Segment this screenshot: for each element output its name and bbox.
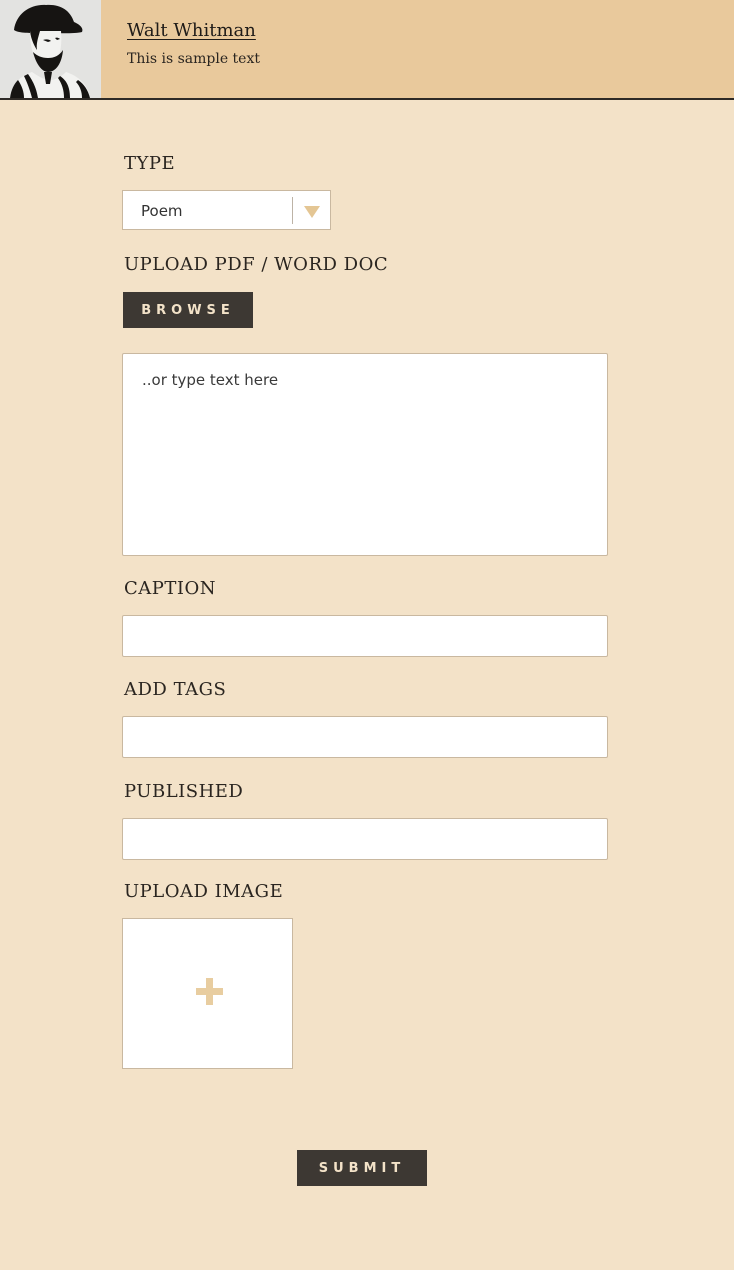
browse-button[interactable]: BROWSE — [123, 292, 253, 328]
author-name-link[interactable]: Walt Whitman — [127, 20, 256, 41]
chevron-down-icon — [304, 206, 320, 218]
type-select-value: Poem — [141, 202, 183, 220]
author-subtitle: This is sample text — [127, 51, 260, 67]
caption-input[interactable] — [122, 615, 608, 657]
text-input-area[interactable]: ..or type text here — [122, 353, 608, 556]
header: Walt Whitman This is sample text — [0, 0, 734, 100]
submit-button[interactable]: SUBMIT — [297, 1150, 427, 1186]
caption-label: CAPTION — [124, 578, 217, 599]
upload-doc-label: UPLOAD PDF / WORD DOC — [124, 254, 389, 275]
published-label: PUBLISHED — [124, 781, 244, 802]
published-input[interactable] — [122, 818, 608, 860]
upload-image-dropzone[interactable] — [122, 918, 293, 1069]
avatar[interactable] — [0, 0, 101, 98]
type-select[interactable]: Poem — [122, 190, 331, 230]
upload-image-label: UPLOAD IMAGE — [124, 881, 284, 902]
type-label: TYPE — [124, 153, 176, 174]
author-portrait-icon — [0, 0, 101, 98]
text-input-placeholder: ..or type text here — [142, 371, 279, 389]
tags-input[interactable] — [122, 716, 608, 758]
tags-label: ADD TAGS — [124, 679, 227, 700]
select-divider — [292, 197, 293, 224]
